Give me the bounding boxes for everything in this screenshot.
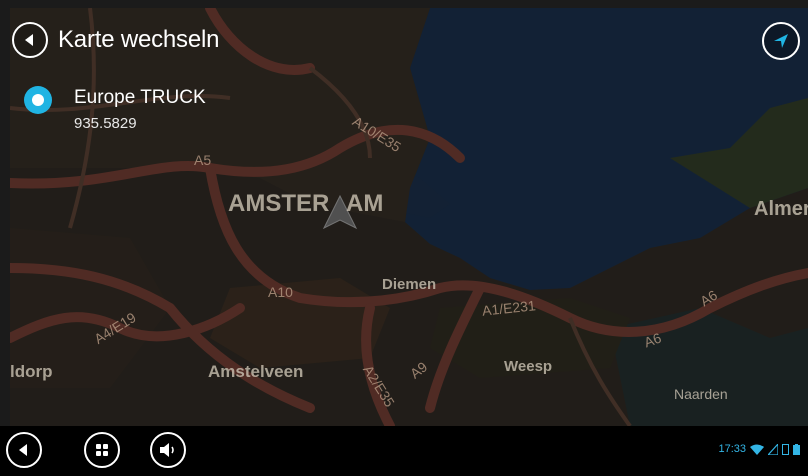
volume-button[interactable] [150,432,186,468]
road-label: A10 [268,284,293,300]
status-area: 17:33 [718,443,800,455]
place-label: ldorp [10,362,53,381]
map-option-europe-truck[interactable]: Europe TRUCK 935.5829 [24,86,206,134]
place-label: Diemen [382,276,437,293]
clock: 17:33 [718,443,746,455]
system-navigation-bar: 17:33 [0,426,808,476]
place-label: Weesp [504,358,553,375]
navigation-button[interactable] [762,22,800,60]
wifi-icon [750,444,764,455]
sim-icon [782,443,789,455]
map-dim-overlay [10,8,808,426]
place-label: Almere [754,198,808,220]
apps-grid-icon [96,444,108,456]
back-arrow-icon [25,34,33,46]
place-label: AM [346,190,384,217]
map-option-text: Europe TRUCK 935.5829 [74,86,206,134]
place-label: Naarden [674,386,728,402]
map-name: Europe TRUCK [74,87,206,108]
signal-icon [768,443,778,455]
place-label: AMSTER [228,190,330,217]
screen-header: Karte wechseln [12,20,219,60]
battery-icon [793,443,800,455]
navigation-arrow-icon [774,34,788,48]
apps-button[interactable] [84,432,120,468]
back-button[interactable] [12,22,48,58]
system-back-button[interactable] [6,432,42,468]
page-title: Karte wechseln [58,26,220,53]
map-version: 935.5829 [74,115,137,132]
back-icon [19,444,27,456]
road-label: A5 [194,152,212,168]
map-view[interactable]: AMSTER AM Almere Diemen Amstelveen Weesp… [10,8,808,426]
place-label: Amstelveen [208,362,304,381]
volume-icon [160,443,174,457]
radio-selected[interactable] [24,86,52,114]
radio-dot [32,94,44,106]
